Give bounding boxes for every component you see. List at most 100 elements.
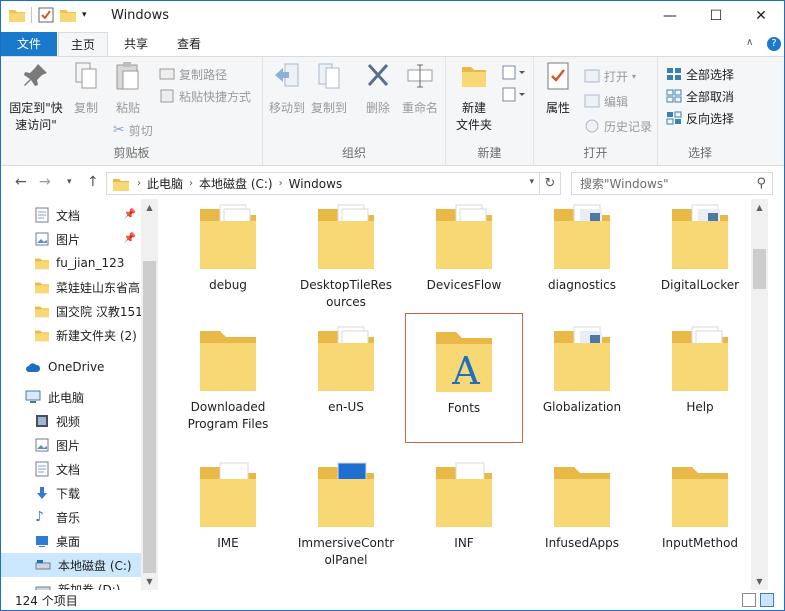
delete-button[interactable]: 删除 (363, 61, 393, 117)
tab-home[interactable]: 主页 (58, 32, 108, 57)
copy-button[interactable]: 复制 (69, 61, 103, 117)
move-to-button[interactable]: 移动到 (267, 61, 307, 117)
move-to-icon (275, 63, 299, 87)
file-item[interactable]: INF (405, 449, 523, 579)
new-item-icon[interactable] (502, 65, 526, 81)
breadcrumb-separator[interactable]: › (279, 178, 283, 189)
properties-button[interactable]: 属性 (540, 61, 576, 117)
breadcrumb-separator[interactable]: › (189, 178, 193, 189)
svg-text:A: A (451, 349, 480, 393)
copy-path-button[interactable]: 复制路径 (159, 63, 227, 85)
nav-item-folder[interactable]: fu_jian_123 (1, 251, 142, 275)
file-item[interactable]: ImmersiveContr olPanel (287, 449, 405, 579)
paste-shortcut-button[interactable]: 粘贴快捷方式 (159, 85, 251, 107)
tab-share[interactable]: 共享 (111, 32, 161, 56)
scrollbar-thumb[interactable] (143, 261, 156, 573)
select-all-button[interactable]: 全部选择 (666, 63, 734, 85)
refresh-icon[interactable]: ↻ (539, 173, 560, 194)
tab-file[interactable]: 文件 (1, 32, 57, 56)
scroll-up-icon[interactable]: ▲ (141, 199, 158, 216)
address-bar[interactable]: › 此电脑 › 本地磁盘 (C:) › Windows ▾ ↻ (106, 172, 561, 195)
content-scrollbar[interactable]: ▲ ▼ (751, 199, 768, 590)
nav-item-folder[interactable]: 国交院 汉教151 (1, 299, 143, 323)
file-item[interactable]: InfusedApps (523, 449, 641, 579)
nav-item-folder[interactable]: 新建文件夹 (2) (1, 323, 142, 347)
large-icons-view-icon[interactable] (760, 593, 774, 607)
cloud-icon (26, 363, 41, 372)
file-item[interactable]: Help (641, 313, 759, 443)
nav-item-music[interactable]: ♪ 音乐 (1, 505, 142, 529)
breadcrumb-windows[interactable]: Windows (289, 177, 343, 191)
file-item[interactable]: DigitalLocker (641, 199, 759, 321)
forward-arrow-icon[interactable]: → (39, 174, 51, 190)
scroll-down-icon[interactable]: ▼ (751, 573, 768, 590)
file-item[interactable]: Globalization (523, 313, 641, 443)
help-icon[interactable]: ? (767, 37, 781, 51)
file-item[interactable]: en-US (287, 313, 405, 443)
rename-button[interactable]: 重命名 (399, 61, 441, 117)
breadcrumb-separator[interactable]: › (137, 178, 141, 189)
file-item[interactable]: A Fonts (405, 313, 523, 443)
file-name: InfusedApps (545, 536, 619, 550)
history-label: 历史记录 (604, 119, 653, 134)
nav-pane-scrollbar[interactable]: ▲ ▼ (141, 199, 158, 590)
file-item[interactable]: debug (169, 199, 287, 321)
breadcrumb-local-disk[interactable]: 本地磁盘 (C:) (199, 175, 273, 192)
back-arrow-icon[interactable]: ← (15, 174, 27, 190)
close-button[interactable]: ✕ (738, 1, 784, 31)
breadcrumb-this-pc[interactable]: 此电脑 (147, 175, 183, 192)
nav-item-videos[interactable]: 视频 (1, 409, 142, 433)
up-arrow-icon[interactable]: ↑ (87, 174, 99, 190)
pin-icon[interactable]: 📌 (124, 209, 136, 220)
tab-view[interactable]: 查看 (164, 32, 214, 56)
open-button[interactable]: 打开 ▾ (584, 65, 636, 87)
copy-label: 复制 (73, 101, 98, 115)
qat-dropdown-icon[interactable]: ▾ (82, 10, 87, 20)
details-view-icon[interactable] (742, 593, 756, 607)
nav-item-documents[interactable]: 文档 (1, 457, 142, 481)
select-none-button[interactable]: 全部取消 (666, 85, 734, 107)
file-item[interactable]: Downloaded Program Files (169, 313, 287, 443)
new-folder-icon[interactable] (60, 8, 76, 22)
easy-access-icon[interactable] (502, 87, 526, 103)
recent-locations-icon[interactable]: ▾ (67, 177, 72, 187)
scroll-up-icon[interactable]: ▲ (751, 199, 768, 216)
copy-to-button[interactable]: 复制到 (309, 61, 349, 117)
nav-item-folder[interactable]: 菜娃娃山东省高 (1, 275, 142, 299)
properties-icon[interactable] (38, 7, 54, 23)
paste-button[interactable]: 粘贴 (109, 61, 147, 117)
file-item[interactable]: DevicesFlow (405, 199, 523, 321)
edit-button[interactable]: 编辑 (584, 90, 628, 112)
pin-quick-access-button[interactable]: 固定到"快 速访问" (5, 61, 67, 134)
new-folder-button[interactable]: 新建 文件夹 (452, 61, 496, 134)
nav-item-desktop[interactable]: 桌面 (1, 529, 142, 553)
search-box[interactable]: 搜索"Windows" ⚲ (571, 172, 773, 195)
file-item[interactable]: DesktopTileRes ources (287, 199, 405, 321)
nav-item-onedrive[interactable]: OneDrive (1, 355, 142, 379)
nav-item-drive[interactable]: 新加卷 (D:) (1, 577, 142, 590)
folder-icon (436, 204, 492, 269)
file-item[interactable]: IME (169, 449, 287, 579)
scroll-down-icon[interactable]: ▼ (141, 573, 158, 590)
delete-icon (367, 63, 389, 87)
nav-item-downloads[interactable]: 下载 (1, 481, 142, 505)
history-button[interactable]: 历史记录 (584, 115, 652, 137)
invert-selection-button[interactable]: 反向选择 (666, 107, 734, 129)
nav-item-local-disk[interactable]: 本地磁盘 (C:) (1, 553, 142, 577)
nav-item-pictures[interactable]: 图片 (1, 433, 142, 457)
file-item[interactable]: diagnostics (523, 199, 641, 321)
file-item[interactable]: InputMethod (641, 449, 759, 579)
collapse-ribbon-icon[interactable]: ∧ (746, 37, 753, 48)
search-icon[interactable]: ⚲ (756, 176, 766, 191)
cut-button[interactable]: ✂ 剪切 (113, 119, 153, 141)
folder-icon (318, 204, 374, 269)
nav-item-pictures[interactable]: 图片 📌 (1, 227, 142, 251)
nav-item-documents[interactable]: 文档 📌 (1, 203, 142, 227)
nav-item-this-pc[interactable]: 此电脑 (1, 385, 142, 409)
maximize-button[interactable]: ☐ (693, 1, 739, 31)
pin-icon[interactable]: 📌 (124, 233, 136, 244)
file-name: DesktopTileRes ources (300, 278, 392, 309)
address-dropdown-icon[interactable]: ▾ (529, 177, 534, 187)
scrollbar-thumb[interactable] (753, 249, 766, 289)
minimize-button[interactable]: — (647, 1, 693, 31)
